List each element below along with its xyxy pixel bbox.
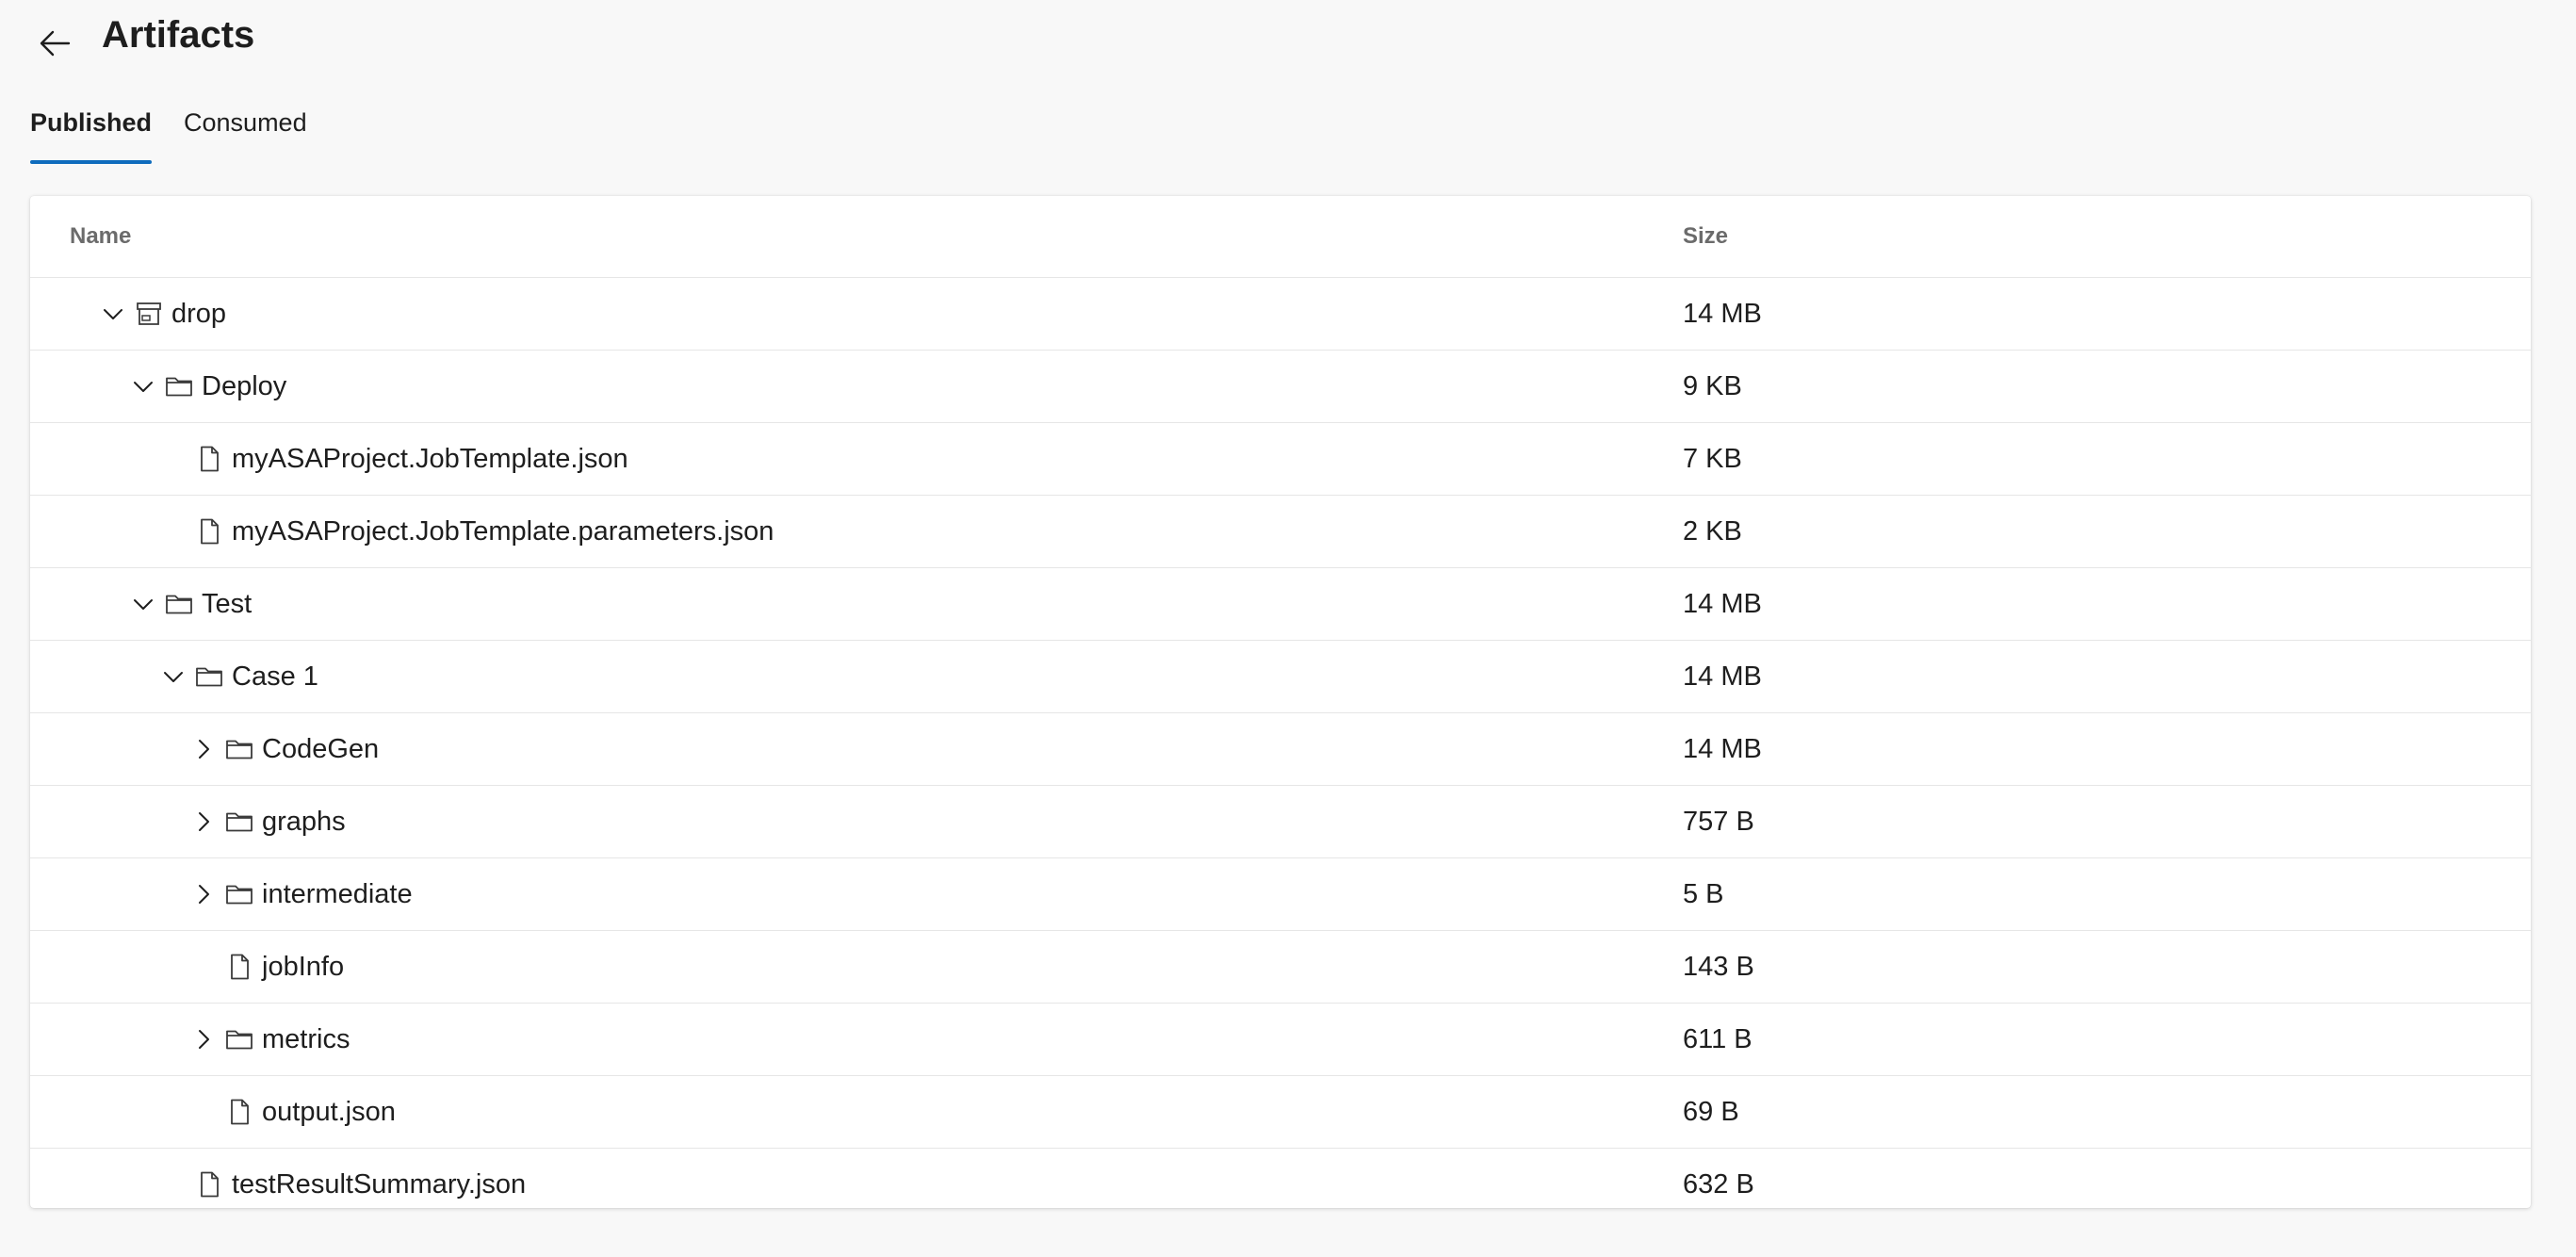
row-name-cell: drop — [98, 278, 226, 350]
table-row[interactable]: testResultSummary.json 632 B — [30, 1149, 2531, 1208]
row-name-cell: Test — [128, 568, 252, 640]
page-title: Artifacts — [102, 14, 255, 56]
table-row[interactable]: Case 1 14 MB — [30, 641, 2531, 713]
row-name[interactable]: myASAProject.JobTemplate.parameters.json — [232, 516, 774, 547]
chevron-right-icon[interactable] — [188, 1024, 219, 1054]
table-row[interactable]: myASAProject.JobTemplate.json 7 KB — [30, 423, 2531, 496]
table-body: drop 14 MB Deploy 9 KB myASAProject.JobTempl… — [30, 278, 2531, 1208]
row-size: 9 KB — [1683, 371, 1742, 401]
chevron-right-icon[interactable] — [188, 807, 219, 837]
folder-icon — [222, 1022, 256, 1056]
row-name-cell: jobInfo — [188, 931, 344, 1003]
file-icon — [222, 1095, 256, 1129]
artifact-icon — [132, 297, 166, 331]
folder-icon — [222, 877, 256, 911]
row-size: 757 B — [1683, 807, 1754, 837]
row-name-cell: myASAProject.JobTemplate.parameters.json — [158, 496, 774, 567]
row-name[interactable]: intermediate — [262, 879, 413, 910]
row-name[interactable]: testResultSummary.json — [232, 1169, 526, 1200]
row-size: 14 MB — [1683, 589, 1762, 619]
table-row[interactable]: Test 14 MB — [30, 568, 2531, 641]
folder-icon — [222, 805, 256, 839]
chevron-down-icon[interactable] — [98, 299, 128, 329]
row-name-cell: metrics — [188, 1004, 350, 1075]
column-header-size[interactable]: Size — [1683, 196, 1728, 277]
folder-icon — [162, 587, 196, 621]
row-size: 14 MB — [1683, 661, 1762, 692]
row-name-cell: graphs — [188, 786, 346, 857]
table-row[interactable]: graphs 757 B — [30, 786, 2531, 858]
chevron-right-icon[interactable] — [188, 734, 219, 764]
row-size: 7 KB — [1683, 444, 1742, 474]
file-icon — [192, 1167, 226, 1201]
file-icon — [192, 442, 226, 476]
row-name-cell: Deploy — [128, 351, 286, 422]
arrow-left-icon — [40, 30, 71, 57]
table-row[interactable]: intermediate 5 B — [30, 858, 2531, 931]
row-name[interactable]: output.json — [262, 1097, 396, 1128]
row-size: 5 B — [1683, 879, 1724, 909]
back-button[interactable] — [28, 17, 81, 70]
row-size: 632 B — [1683, 1169, 1754, 1200]
table-row[interactable]: output.json 69 B — [30, 1076, 2531, 1149]
row-name[interactable]: drop — [171, 299, 226, 330]
page-header: Artifacts — [0, 0, 2576, 75]
row-name[interactable]: Deploy — [202, 371, 286, 402]
row-size: 2 KB — [1683, 516, 1742, 547]
row-size: 611 B — [1683, 1024, 1753, 1054]
tab-bar: Published Consumed — [30, 102, 339, 168]
row-name-cell: Case 1 — [158, 641, 318, 712]
chevron-right-icon[interactable] — [188, 879, 219, 909]
chevron-down-icon[interactable] — [158, 661, 188, 692]
row-size: 143 B — [1683, 952, 1754, 982]
row-name[interactable]: graphs — [262, 807, 346, 838]
row-name-cell: testResultSummary.json — [158, 1149, 526, 1208]
table-row[interactable]: Deploy 9 KB — [30, 351, 2531, 423]
row-name-cell: output.json — [188, 1076, 396, 1148]
tab-consumed[interactable]: Consumed — [184, 102, 307, 164]
row-size: 69 B — [1683, 1097, 1739, 1127]
file-icon — [192, 514, 226, 548]
folder-icon — [162, 369, 196, 403]
table-header: Name Size — [30, 196, 2531, 278]
row-name[interactable]: metrics — [262, 1024, 350, 1055]
row-name-cell: myASAProject.JobTemplate.json — [158, 423, 628, 495]
row-name[interactable]: myASAProject.JobTemplate.json — [232, 444, 628, 475]
table-row[interactable]: jobInfo 143 B — [30, 931, 2531, 1004]
artifacts-table: Name Size drop 14 MB Deploy 9 KB myASAProjec… — [30, 196, 2531, 1208]
folder-icon — [222, 732, 256, 766]
row-name[interactable]: Test — [202, 589, 252, 620]
table-row[interactable]: CodeGen 14 MB — [30, 713, 2531, 786]
table-row[interactable]: myASAProject.JobTemplate.parameters.json… — [30, 496, 2531, 568]
row-size: 14 MB — [1683, 734, 1762, 764]
row-name[interactable]: Case 1 — [232, 661, 318, 693]
table-row[interactable]: metrics 611 B — [30, 1004, 2531, 1076]
row-name-cell: CodeGen — [188, 713, 379, 785]
file-icon — [222, 950, 256, 984]
column-header-name[interactable]: Name — [70, 196, 131, 277]
row-name[interactable]: CodeGen — [262, 734, 379, 765]
row-name[interactable]: jobInfo — [262, 952, 344, 983]
row-name-cell: intermediate — [188, 858, 413, 930]
folder-icon — [192, 660, 226, 694]
table-row[interactable]: drop 14 MB — [30, 278, 2531, 351]
chevron-down-icon[interactable] — [128, 371, 158, 401]
row-size: 14 MB — [1683, 299, 1762, 329]
chevron-down-icon[interactable] — [128, 589, 158, 619]
tab-published[interactable]: Published — [30, 102, 153, 164]
